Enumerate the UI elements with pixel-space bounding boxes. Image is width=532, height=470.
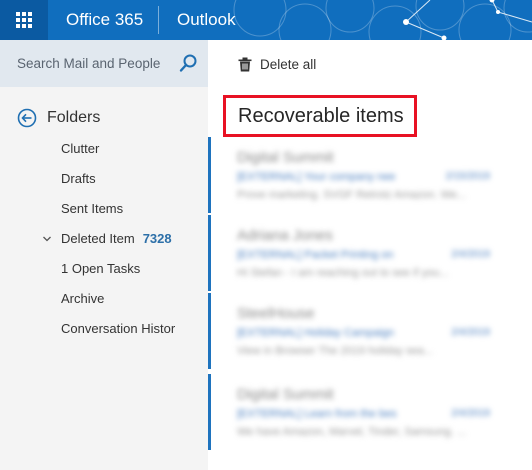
message-preview: Hi Stefan - I am reaching out to see if … (237, 267, 449, 279)
list-item[interactable]: Digital Summit [EXTERNAL] Your company n… (208, 137, 532, 213)
unread-count-badge: 7328 (142, 231, 172, 246)
folder-conversation-history[interactable]: Conversation Histor (61, 318, 175, 340)
message-date: 2/4/2019 (451, 327, 490, 338)
search-box[interactable]: Search Mail and People (0, 40, 208, 87)
folder-drafts[interactable]: Drafts (61, 168, 96, 190)
message-preview: View in Browser The 2019 holiday sea... (237, 345, 433, 357)
list-item[interactable]: Digital Summit [EXTERNAL] Learn from the… (208, 374, 532, 450)
message-subject: [EXTERNAL] Holiday Campaign (237, 327, 395, 339)
app-launcher-button[interactable] (0, 0, 48, 40)
selection-bar (208, 215, 211, 291)
delete-all-button[interactable]: Delete all (260, 40, 316, 87)
folder-archive[interactable]: Archive (61, 288, 104, 310)
folder-deleted-items-label: Deleted Item (61, 231, 135, 246)
folder-sent-items[interactable]: Sent Items (61, 198, 123, 220)
message-sender: Adriana Jones (237, 227, 333, 244)
message-sender: Digital Summit (237, 149, 334, 166)
search-icon[interactable] (178, 53, 198, 73)
header-pattern (233, 0, 532, 40)
folders-title: Folders (47, 109, 101, 126)
folder-pane: Search Mail and People Folders Clutter D… (0, 40, 208, 470)
message-preview: Prove marketing. SVGF Retrotz Amazon. We… (237, 189, 467, 201)
waffle-icon (16, 12, 32, 28)
list-item[interactable]: Adriana Jones [EXTERNAL] Packet Printing… (208, 215, 532, 291)
message-preview: We have Amazon, Marvel, Tinder, Samsung.… (237, 426, 467, 438)
selection-bar (208, 374, 211, 450)
folder-open-tasks[interactable]: 1 Open Tasks (61, 258, 140, 280)
message-list: Recoverable items Digital Summit [EXTERN… (208, 87, 532, 470)
folder-deleted-items[interactable]: Deleted Item 7328 (61, 228, 172, 250)
command-bar: Delete all (208, 40, 532, 87)
folders-header[interactable]: Folders (17, 106, 100, 130)
message-subject: [EXTERNAL] Packet Printing on (237, 249, 394, 261)
message-date: 2/4/2019 (451, 249, 490, 260)
folder-clutter[interactable]: Clutter (61, 138, 99, 160)
chevron-down-icon[interactable] (42, 228, 52, 250)
message-subject: [EXTERNAL] Learn from the bes (237, 408, 397, 420)
search-input[interactable]: Search Mail and People (17, 40, 160, 87)
trash-icon[interactable] (238, 57, 252, 72)
top-bar: Office 365 Outlook (0, 0, 532, 40)
message-date: 2/4/2019 (451, 408, 490, 419)
brand-divider (158, 6, 159, 34)
selection-bar (208, 137, 211, 213)
message-sender: Digital Summit (237, 386, 334, 403)
message-sender: SteelHouse (237, 305, 315, 322)
brand-link[interactable]: Office 365 (66, 0, 143, 40)
back-arrow-icon[interactable] (17, 108, 37, 128)
app-name[interactable]: Outlook (177, 0, 236, 40)
selection-bar (208, 293, 211, 369)
page-title: Recoverable items (223, 95, 417, 137)
message-date: 2/15/2019 (445, 171, 491, 182)
list-item[interactable]: SteelHouse [EXTERNAL] Holiday Campaign 2… (208, 293, 532, 369)
message-subject: [EXTERNAL] Your company nee (237, 171, 396, 183)
